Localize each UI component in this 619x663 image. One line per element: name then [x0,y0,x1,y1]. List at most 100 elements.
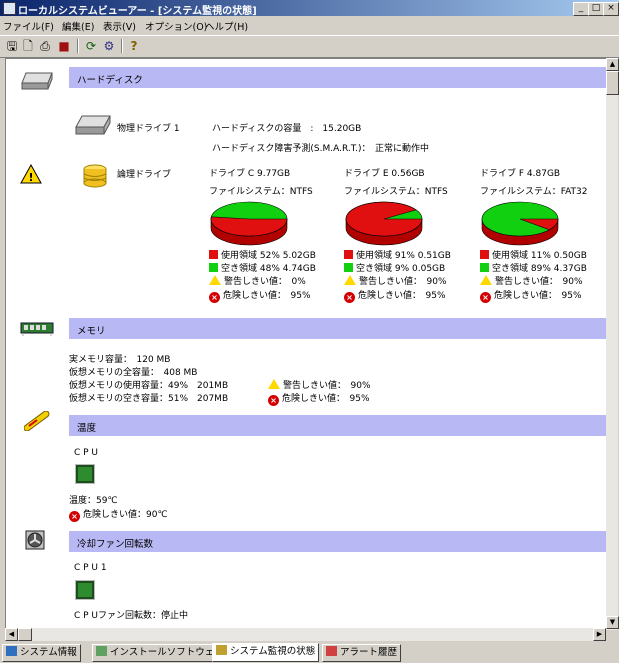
thermometer-icon [23,410,50,434]
memory-danger-threshold: × 危険しきい値： 95% [268,391,370,406]
title-bar: ローカルシステムビューアー - [システム監視の状態] _ □ × [0,0,619,17]
system-info-icon [6,646,17,656]
physical-drive-label: 物理ドライブ 1 [117,124,180,134]
save-icon[interactable]: 🖫 [4,39,20,53]
legend-free: 空き領域 48% 4.74GB [209,261,316,274]
drive-usage-pie [344,197,428,254]
warning-threshold: 警告しきい値： 90% [344,274,447,287]
used-swatch [209,250,218,259]
disk-capacity: ハードディスクの容量 : 15.20GB [212,124,362,134]
cpu-chip-icon [76,581,94,599]
menu-options[interactable]: オプション(O) [145,19,207,33]
view-tabs: システム情報 インストールソフトウェア システム監視の状態 アラート履歴 [0,642,619,663]
danger-icon: × [69,511,80,522]
memory-real: 実メモリ容量： 120 MB [69,355,171,365]
used-swatch [480,250,489,259]
danger-threshold: × 危険しきい値： 95% [344,288,446,303]
section-memory-title: メモリ [77,326,106,337]
memory-virtual-free: 仮想メモリの空き容量：51% 207MB [69,394,229,404]
memory-warning-threshold: 警告しきい値： 90% [268,378,371,391]
cpu-chip-icon [76,465,94,483]
tab-installed-software[interactable]: インストールソフトウェア [92,644,228,662]
legend-free: 空き領域 89% 4.37GB [480,261,587,274]
danger-icon: × [268,395,279,406]
legend-used: 使用領域 11% 0.50GB [480,248,587,261]
menu-help[interactable]: ヘルプ(H) [205,19,248,33]
warning-threshold: 警告しきい値： 90% [480,274,583,287]
toolbar: 🖫 🗋 ⎙ ■ ⟳ ⚙ ? [0,35,619,58]
alert-icon [326,646,337,656]
drive-title: ドライブ E 0.56GB [344,169,425,179]
maximize-button[interactable]: □ [588,2,604,16]
software-icon [96,646,107,656]
horizontal-scrollbar[interactable]: ◀ ▶ [5,628,606,641]
legend-used: 使用領域 52% 5.02GB [209,248,316,261]
drive-usage-pie [209,197,293,254]
refresh-icon[interactable]: ⟳ [83,39,99,53]
logical-drive-icon [82,163,108,192]
memory-icon [20,321,54,340]
warning-icon: ! [20,163,42,187]
print-preview-icon[interactable]: 🗋 [20,39,36,53]
memory-virtual-used: 仮想メモリの使用容量：49% 201MB [69,381,229,391]
free-swatch [480,263,489,272]
temperature-cpu-label: C P U [74,448,99,458]
tab-system-monitor[interactable]: システム監視の状態 [212,643,320,662]
fan-icon [25,530,45,553]
drive-title: ドライブ F 4.87GB [480,169,561,179]
physical-drive-icon [74,114,112,139]
menu-edit[interactable]: 編集(E) [62,19,94,33]
warning-icon [480,275,492,285]
danger-icon: × [480,292,491,303]
horizontal-scroll-thumb[interactable] [18,628,32,641]
scroll-down-button[interactable]: ▼ [606,616,619,629]
section-temperature: 温度 [69,415,607,436]
free-swatch [344,263,353,272]
section-harddisk-title: ハードディスク [77,75,143,86]
warning-icon [268,379,280,389]
window-title: ローカルシステムビューアー - [システム監視の状態] [18,6,257,17]
temperature-danger-threshold: × 危険しきい値：90℃ [69,507,168,522]
warning-icon [209,275,221,285]
section-harddisk: ハードディスク [69,67,607,88]
svg-text:!: ! [28,171,33,184]
settings-icon[interactable]: ⚙ [101,39,117,53]
print-icon[interactable]: ⎙ [37,39,53,53]
memory-virtual-total: 仮想メモリの全容量： 408 MB [69,368,198,378]
danger-icon: × [209,292,220,303]
section-memory: メモリ [69,318,607,339]
harddisk-icon [20,71,54,94]
tab-system-info[interactable]: システム情報 [2,644,81,662]
menu-file[interactable]: ファイル(F) [3,19,54,33]
scroll-up-button[interactable]: ▲ [606,58,619,71]
section-temperature-title: 温度 [77,423,97,434]
pie-used-slice [345,201,423,237]
drive-filesystem: ファイルシステム：FAT32 [480,187,588,197]
logical-drive-label: 論理ドライブ [117,170,172,180]
warning-threshold: 警告しきい値： 0% [209,274,306,287]
legend-used: 使用領域 91% 0.51GB [344,248,451,261]
danger-icon: × [344,292,355,303]
close-button[interactable]: × [603,2,619,16]
scroll-right-button[interactable]: ▶ [593,628,606,641]
section-fan: 冷却ファン回転数 [69,531,607,552]
help-icon[interactable]: ? [126,39,142,53]
tab-alert-history[interactable]: アラート履歴 [322,644,402,662]
monitor-panel: ハードディスク 物理ドライブ 1 ハードディスクの容量 : 15.20GB ハー… [5,58,608,630]
free-swatch [209,263,218,272]
legend-free: 空き領域 9% 0.05GB [344,261,445,274]
drive-filesystem: ファイルシステム：NTFS [209,187,313,197]
used-swatch [344,250,353,259]
drive-title: ドライブ C 9.77GB [209,169,291,179]
temperature-value: 温度：59℃ [69,496,118,506]
vertical-scroll-thumb[interactable] [606,71,619,95]
stop-icon[interactable]: ■ [56,39,72,53]
warning-icon [344,275,356,285]
scroll-left-button[interactable]: ◀ [5,628,18,641]
toolbar-separator [77,39,79,53]
minimize-button[interactable]: _ [573,2,589,16]
fan-cpu-label: C P U 1 [74,563,107,573]
danger-threshold: × 危険しきい値： 95% [209,288,311,303]
vertical-scrollbar[interactable]: ▲ ▼ [606,58,619,630]
menu-view[interactable]: 表示(V) [103,19,136,33]
